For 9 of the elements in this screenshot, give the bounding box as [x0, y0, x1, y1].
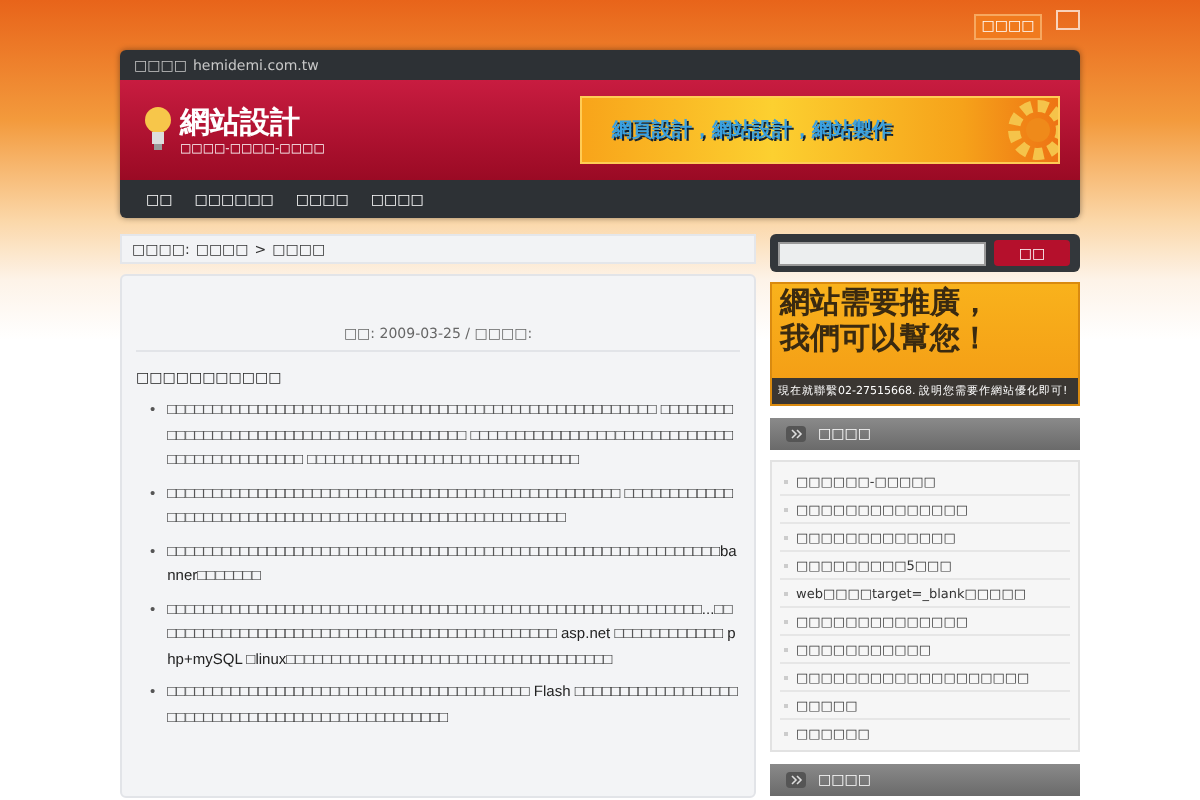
- ad-headline: 我們可以幫您！: [777, 320, 992, 356]
- outline-box-icon: [1056, 9, 1080, 29]
- double-chevron-icon: [786, 772, 806, 788]
- lightbulb-icon: [144, 104, 172, 156]
- double-chevron-icon: [786, 426, 806, 442]
- search-field[interactable]: [778, 241, 986, 265]
- logo-title: 網站設計: [180, 105, 302, 139]
- ad-headline: 網站需要推廣，: [777, 284, 992, 320]
- banner-text: 網頁設計，網站設計，網站製作: [612, 117, 892, 144]
